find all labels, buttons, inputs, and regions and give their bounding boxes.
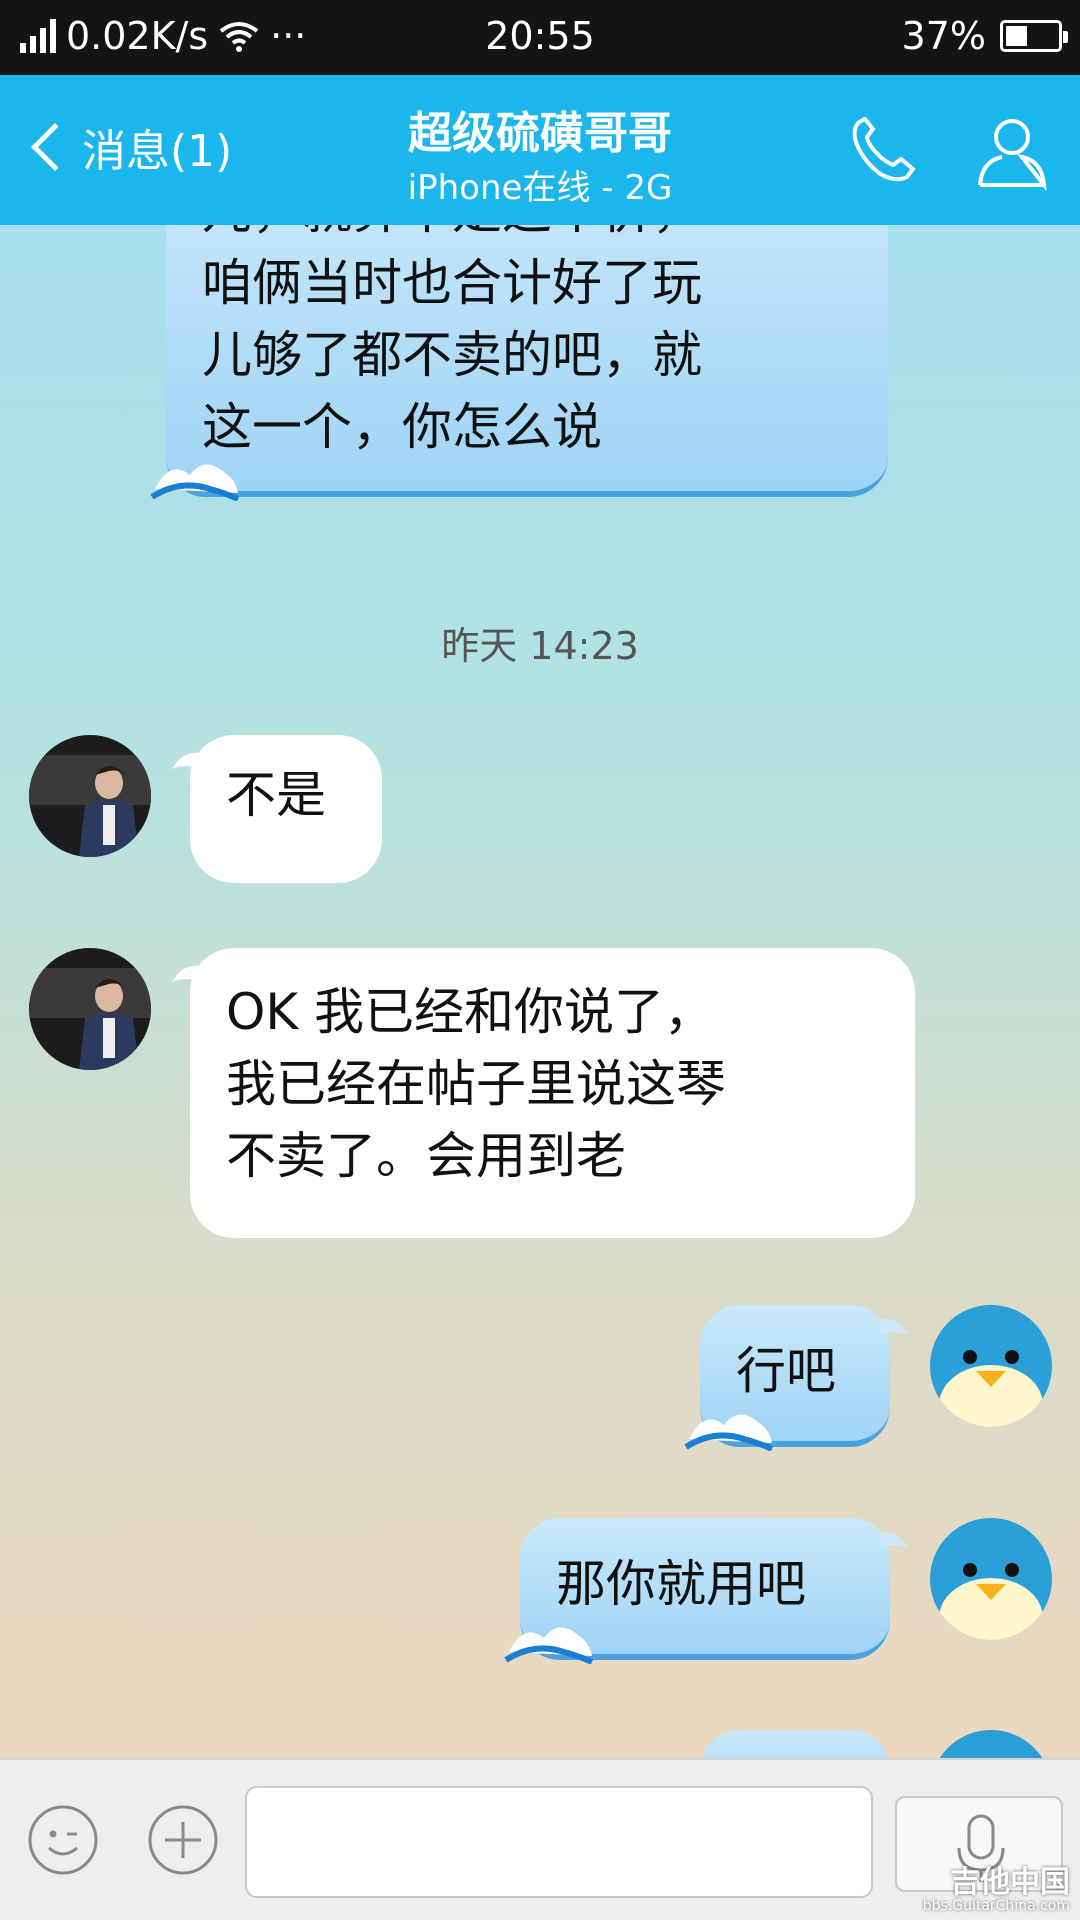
bubble-tail [880,1318,908,1335]
bubble-tail [880,1531,908,1548]
battery-percent: 37% [901,14,986,58]
user-avatar[interactable] [930,1518,1052,1640]
user-avatar[interactable] [930,1730,1052,1758]
wave-decoration-icon [504,1627,594,1664]
add-icon[interactable] [147,1804,219,1876]
message-line: 咱俩当时也合计好了玩 [202,254,702,312]
message-timestamp: 昨天 14:23 [441,624,639,668]
message-bubble-incoming[interactable]: 不是 [172,735,382,883]
message-list[interactable]: 儿，就算不是这个价， 咱俩当时也合计好了玩 儿够了都不卖的吧，就 这一个，你怎么… [0,225,1080,1758]
message-line: 不卖了。会用到老 [226,1127,626,1185]
message-line: 我已经在帖子里说这琴 [226,1055,726,1113]
battery-icon [1000,20,1068,52]
message-line: 这一个，你怎么说 [202,398,602,456]
message-text: 不是 [226,766,326,824]
user-avatar[interactable] [930,1305,1052,1427]
chat-header: 消息(1) 超级硫磺哥哥 iPhone在线 - 2G [0,75,1080,225]
message-bubble-outgoing[interactable]: 那你就用吧 [504,1518,908,1664]
message-text: 行吧 [736,1342,836,1400]
message-input[interactable] [245,1786,873,1898]
message-bubble-outgoing[interactable] [700,1730,890,1758]
wave-decoration-icon [684,1414,774,1451]
emoji-icon[interactable] [27,1804,99,1876]
message-line: OK 我已经和你说了， [226,983,715,1041]
message-bubble-incoming[interactable]: OK 我已经和你说了， 我已经在帖子里说这琴 不卖了。会用到老 [172,948,915,1238]
message-bubble-outgoing[interactable]: 行吧 [684,1305,908,1451]
message-bubble-outgoing[interactable]: 儿，就算不是这个价， 咱俩当时也合计好了玩 儿够了都不卖的吧，就 这一个，你怎么… [150,225,888,501]
status-bar: 0.02K/s ··· 20:55 37% [0,0,1080,75]
contact-avatar[interactable] [29,735,151,857]
contact-profile-icon[interactable] [972,111,1052,191]
message-line: 儿够了都不卖的吧，就 [202,326,702,384]
input-bar: 吉他中国 bbs.GuitarChina.com [0,1758,1080,1920]
bubble-tail [172,965,200,982]
message-line: 儿，就算不是这个价， [202,225,852,247]
bubble-tail [172,752,200,769]
contact-avatar[interactable] [29,948,151,1070]
phone-call-icon[interactable] [843,111,923,191]
watermark: 吉他中国 bbs.GuitarChina.com [922,1865,1070,1915]
message-text: 那你就用吧 [556,1555,806,1613]
wave-decoration-icon [150,464,240,501]
